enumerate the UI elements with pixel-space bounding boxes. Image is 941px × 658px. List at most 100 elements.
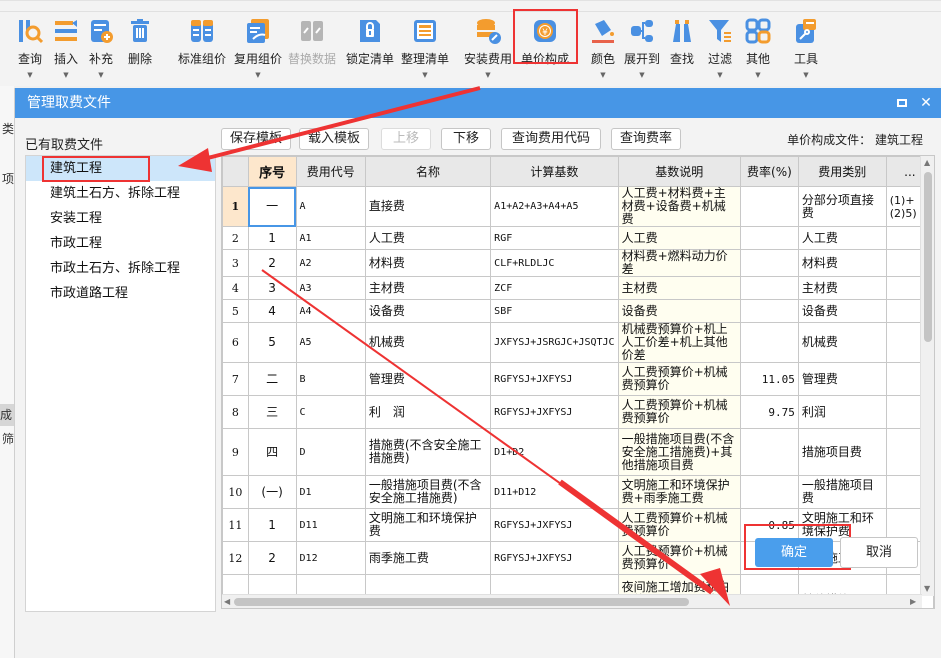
cell-base[interactable]: RGF — [490, 226, 619, 250]
maximize-button[interactable] — [891, 88, 913, 118]
horizontal-scroll-thumb[interactable] — [234, 598, 689, 606]
cell-seq[interactable]: 5 — [247, 322, 297, 363]
fee-file-item[interactable]: 安装工程 — [26, 206, 215, 231]
scroll-up-icon[interactable]: ▲ — [924, 158, 930, 167]
toolbar-button-reuse-pricing[interactable]: 复用组价 ▼ — [230, 15, 286, 79]
cell-rate[interactable] — [739, 475, 799, 509]
cell-base[interactable]: D11+D12 — [490, 475, 619, 509]
toolbar-button-tools[interactable]: 工具 ▼ — [778, 15, 834, 79]
cell-cat[interactable]: 材料费 — [797, 249, 887, 277]
dropdown-caret-icon[interactable]: ▼ — [639, 71, 644, 79]
cell-desc[interactable]: 设备费 — [617, 299, 741, 323]
cell-rate[interactable] — [739, 299, 799, 323]
cancel-button[interactable]: 取消 — [840, 537, 918, 568]
move-up-button[interactable]: 上移 — [381, 128, 431, 150]
row-number[interactable]: 10 — [222, 475, 249, 509]
cell-base[interactable]: JXFYSJ+JSRGJC+JSQTJC — [490, 322, 619, 363]
cell-seq[interactable]: 2 — [247, 249, 297, 277]
cell-cat[interactable]: 管理费 — [797, 362, 887, 396]
cell-name[interactable]: 管理费 — [364, 362, 492, 396]
cell-base[interactable]: RGFYSJ+JXFYSJ — [490, 362, 619, 396]
cell-seq[interactable]: 1 — [247, 508, 297, 542]
cell-cat[interactable]: 人工费 — [797, 226, 887, 250]
dropdown-caret-icon[interactable]: ▼ — [255, 71, 260, 79]
cell-rate[interactable] — [739, 428, 799, 476]
column-header[interactable]: 序号 — [247, 156, 297, 187]
cell-name[interactable]: 利 润 — [364, 395, 492, 429]
cell-code[interactable]: A — [295, 186, 366, 227]
cell-code[interactable]: D11 — [295, 508, 366, 542]
scroll-down-icon[interactable]: ▼ — [924, 584, 930, 593]
cell-name[interactable]: 文明施工和环境保护费 — [364, 508, 492, 542]
row-number[interactable]: 7 — [222, 362, 249, 396]
column-header[interactable]: 费用类别 — [797, 156, 887, 187]
cell-rate[interactable] — [739, 226, 799, 250]
toolbar-button-lock[interactable]: 锁定清单 — [342, 15, 398, 77]
cell-base[interactable]: D1+D2 — [490, 428, 619, 476]
cell-desc[interactable]: 文明施工和环境保护费+雨季施工费 — [617, 475, 741, 509]
cell-name[interactable]: 人工费 — [364, 226, 492, 250]
toolbar-button-replace-data[interactable]: 替换数据 — [284, 15, 340, 77]
row-number[interactable]: 12 — [222, 541, 249, 575]
cell-code[interactable]: C — [295, 395, 366, 429]
cell-seq[interactable]: 4 — [247, 299, 297, 323]
cell-base[interactable]: SBF — [490, 299, 619, 323]
cell-seq[interactable]: 四 — [247, 428, 297, 476]
horizontal-scrollbar[interactable]: ◀ ▶ — [222, 594, 922, 608]
cell-desc[interactable]: 主材费 — [617, 276, 741, 300]
dropdown-caret-icon[interactable]: ▼ — [27, 71, 32, 79]
table-row[interactable]: 5 4 A4 设备费 SBF 设备费 设备费 — [222, 299, 934, 323]
cell-desc[interactable]: 机械费预算价+机上人工价差+机上其他价差 — [617, 322, 741, 363]
dropdown-caret-icon[interactable]: ▼ — [422, 71, 427, 79]
cell-rate[interactable] — [739, 322, 799, 363]
cell-seq[interactable]: 三 — [247, 395, 297, 429]
row-number[interactable]: 11 — [222, 508, 249, 542]
cell-desc[interactable]: 材料费+燃料动力价差 — [617, 249, 741, 277]
row-number[interactable]: 8 — [222, 395, 249, 429]
dropdown-caret-icon[interactable]: ▼ — [485, 71, 490, 79]
cell-base[interactable]: RGFYSJ+JXFYSJ — [490, 541, 619, 575]
cell-base[interactable]: ZCF — [490, 276, 619, 300]
table-row[interactable]: 6 5 A5 机械费 JXFYSJ+JSRGJC+JSQTJC 机械费预算价+机上人工价差… — [222, 322, 934, 363]
load-template-button[interactable]: 载入模板 — [299, 128, 369, 150]
cell-name[interactable]: 材料费 — [364, 249, 492, 277]
scroll-left-icon[interactable]: ◀ — [224, 597, 230, 606]
cell-desc[interactable]: 人工费预算价+机械费预算价 — [617, 508, 741, 542]
cell-code[interactable]: A5 — [295, 322, 366, 363]
query-rate-button[interactable]: 查询费率 — [611, 128, 681, 150]
fee-file-item[interactable]: 市政工程 — [26, 231, 215, 256]
table-row[interactable]: 8三C利 润 RGFYSJ+JXFYSJ 人工费预算价+机械费预算价 9.75 利润 — [222, 395, 934, 429]
cell-code[interactable]: D — [295, 428, 366, 476]
dropdown-caret-icon[interactable]: ▼ — [98, 71, 103, 79]
cell-name[interactable]: 措施费(不含安全施工措施费) — [364, 428, 492, 476]
cell-desc[interactable]: 人工费预算价+机械费预算价 — [617, 362, 741, 396]
cell-code[interactable]: A3 — [295, 276, 366, 300]
cell-desc[interactable]: 人工费+材料费+主材费+设备费+机械费 — [617, 186, 741, 227]
toolbar-button-install-cost[interactable]: 安装费用 ▼ — [460, 15, 516, 79]
column-header[interactable]: 费率(%) — [739, 156, 799, 187]
cell-name[interactable]: 一般措施项目费(不含安全施工措施费) — [364, 475, 492, 509]
dropdown-caret-icon[interactable]: ▼ — [755, 71, 760, 79]
cell-seq[interactable]: (一) — [247, 475, 297, 509]
cell-base[interactable]: RGFYSJ+JXFYSJ — [490, 395, 619, 429]
cell-code[interactable]: A1 — [295, 226, 366, 250]
dropdown-caret-icon[interactable]: ▼ — [600, 71, 605, 79]
row-number[interactable]: 5 — [222, 299, 249, 323]
fee-file-item[interactable]: 建筑土石方、拆除工程 — [26, 181, 215, 206]
cell-rate[interactable]: 11.05 — [739, 362, 799, 396]
query-fee-code-button[interactable]: 查询费用代码 — [501, 128, 601, 150]
cell-desc[interactable]: 人工费预算价+机械费预算价 — [617, 541, 741, 575]
cell-desc[interactable]: 人工费预算价+机械费预算价 — [617, 395, 741, 429]
scroll-right-icon[interactable]: ▶ — [910, 597, 916, 606]
fee-file-item[interactable]: 市政道路工程 — [26, 281, 215, 306]
toolbar-button-delete[interactable]: 删除 — [112, 15, 168, 77]
vertical-scrollbar[interactable]: ▲ ▼ — [920, 156, 934, 596]
cell-base[interactable]: CLF+RLDLJC — [490, 249, 619, 277]
column-header[interactable]: 名称 — [364, 156, 492, 187]
table-row[interactable]: 1 一 A 直接费 A1+A2+A3+A4+A5 人工费+材料费+主材费+设备费+机械费 分… — [222, 186, 934, 227]
cell-name[interactable]: 机械费 — [364, 322, 492, 363]
cell-desc[interactable]: 人工费 — [617, 226, 741, 250]
table-row[interactable]: 7 二 B 管理费 RGFYSJ+JXFYSJ 人工费预算价+机械费预算价 11.05 管理费 — [222, 362, 934, 396]
cell-seq[interactable]: 二 — [247, 362, 297, 396]
cell-desc[interactable]: 一般措施项目费(不含安全施工措施费)+其他措施项目费 — [617, 428, 741, 476]
